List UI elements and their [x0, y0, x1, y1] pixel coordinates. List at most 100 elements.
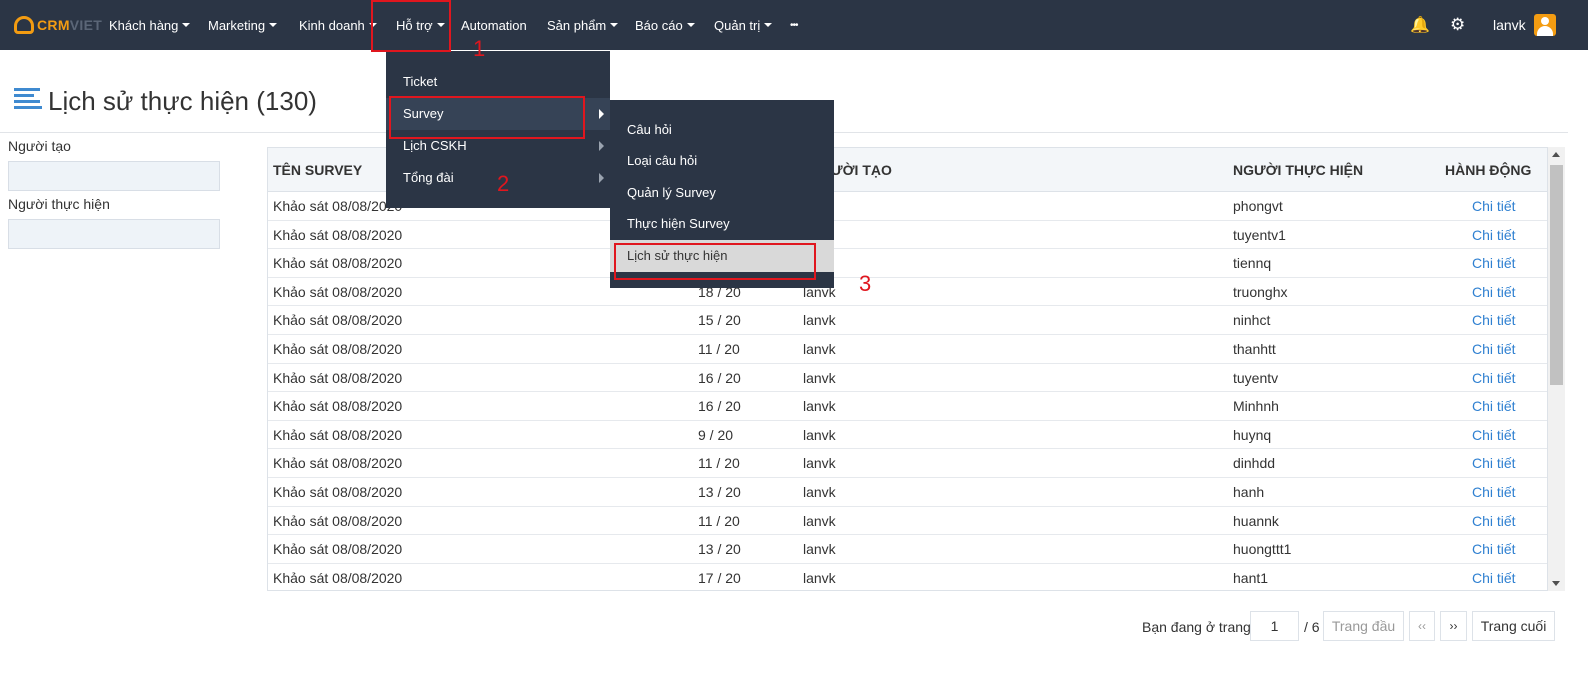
performer-filter-label: Người thực hiện — [8, 196, 110, 212]
cell-score: 9 / 20 — [698, 426, 734, 443]
gear-glyph: ⚙ — [1450, 15, 1466, 34]
top-navbar: CRM VIET Khách hàng Marketing Kinh doanh… — [0, 0, 1588, 50]
detail-link[interactable]: Chi tiết — [1472, 198, 1516, 214]
gear-icon[interactable]: ⚙ — [1450, 0, 1465, 50]
detail-link[interactable]: Chi tiết — [1472, 284, 1516, 300]
cell-creator: lanvk — [803, 512, 836, 529]
nav-item-automation[interactable]: Automation — [461, 0, 527, 50]
nav-label: Báo cáo — [635, 17, 683, 33]
menu-item-ticket[interactable]: Ticket — [386, 66, 610, 98]
cell-score: 16 / 20 — [698, 369, 741, 386]
caret-down-icon — [764, 23, 773, 27]
nav-label: Khách hàng — [109, 17, 179, 33]
scroll-thumb[interactable] — [1550, 165, 1563, 385]
nav-label: Kinh doanh — [299, 17, 365, 33]
table-row: Khảo sát 08/08/2020 11 / 20 lanvk thanhtt Ch… — [268, 335, 1547, 364]
table-row: Khảo sát 08/08/2020 tiennq Chi tiết — [268, 249, 1547, 278]
table-row: Khảo sát 08/08/2020 9 / 20 lanvk huynq Chi t… — [268, 421, 1547, 450]
annotation-number-1: 1 — [473, 36, 486, 61]
cell-survey-name: Khảo sát 08/08/2020 — [273, 255, 403, 272]
cell-performer: hanh — [1233, 484, 1265, 500]
header-survey[interactable]: TÊN SURVEY — [273, 162, 362, 178]
detail-link[interactable]: Chi tiết — [1472, 312, 1516, 328]
creator-filter-label: Người tạo — [8, 138, 71, 154]
page-title: Lịch sử thực hiện (130) — [48, 86, 317, 116]
caret-down-icon — [610, 23, 619, 27]
cell-creator: lanvk — [803, 455, 836, 472]
cell-survey-name: Khảo sát 08/08/2020 — [273, 426, 403, 443]
detail-link[interactable]: Chi tiết — [1472, 255, 1516, 271]
header-performer[interactable]: NGƯỜI THỰC HIỆN — [1233, 162, 1363, 178]
submenu-item-quan-ly-survey[interactable]: Quản lý Survey — [610, 177, 834, 209]
creator-filter-input[interactable] — [8, 161, 220, 191]
cell-performer: thanhtt — [1233, 341, 1276, 357]
nav-label: Sản phẩm — [547, 17, 607, 33]
first-page-button[interactable]: Trang đầu — [1323, 611, 1404, 641]
next-page-button[interactable]: ›› — [1440, 611, 1467, 641]
table-row: Khảo sát 08/08/2020 11 / 20 lanvk huannk Chi… — [268, 507, 1547, 536]
detail-link[interactable]: Chi tiết — [1472, 227, 1516, 243]
table-row: Khảo sát 08/08/2020 13 / 20 lanvk hanh Chi t… — [268, 478, 1547, 507]
table-scrollbar[interactable] — [1548, 147, 1565, 591]
detail-link[interactable]: Chi tiết — [1472, 455, 1516, 471]
cell-performer: huongttt1 — [1233, 541, 1292, 558]
cell-score: 11 / 20 — [698, 455, 740, 472]
nav-item-marketing[interactable]: Marketing — [208, 0, 278, 50]
caret-down-icon — [686, 23, 695, 27]
cell-creator: lanvk — [803, 312, 836, 329]
nav-item-kinh-doanh[interactable]: Kinh doanh — [299, 0, 377, 50]
last-page-button[interactable]: Trang cuối — [1472, 611, 1555, 641]
detail-link[interactable]: Chi tiết — [1472, 541, 1516, 557]
cell-creator: lanvk — [803, 398, 836, 415]
user-avatar[interactable] — [1534, 0, 1556, 50]
detail-link[interactable]: Chi tiết — [1472, 570, 1516, 586]
nav-label: Automation — [461, 17, 527, 33]
cell-score: 11 / 20 — [698, 341, 740, 357]
cell-performer: tiennq — [1233, 255, 1272, 272]
cell-performer: ninhct — [1233, 312, 1271, 329]
detail-link[interactable]: Chi tiết — [1472, 341, 1516, 357]
page-number-input[interactable] — [1250, 611, 1299, 641]
performer-filter-input[interactable] — [8, 219, 220, 249]
user-menu[interactable]: lanvk — [1493, 0, 1526, 50]
username: lanvk — [1493, 17, 1526, 33]
nav-item-bao-cao[interactable]: Báo cáo — [635, 0, 695, 50]
cell-performer: huynq — [1233, 426, 1272, 443]
submenu-item-cau-hoi[interactable]: Câu hỏi — [610, 114, 834, 146]
detail-link[interactable]: Chi tiết — [1472, 513, 1516, 529]
cell-creator: lanvk — [803, 484, 836, 500]
nav-item-san-pham[interactable]: Sản phẩm — [547, 0, 619, 50]
table-row: Khảo sát 08/08/2020 11 / 20 lanvk dinhdd Chi… — [268, 449, 1547, 478]
scroll-down-icon[interactable] — [1552, 581, 1560, 586]
cell-survey-name: Khảo sát 08/08/2020 — [273, 312, 403, 329]
bell-icon[interactable]: 🔔 — [1410, 0, 1430, 50]
logo[interactable]: CRM VIET — [14, 14, 102, 36]
detail-link[interactable]: Chi tiết — [1472, 398, 1516, 414]
cell-survey-name: Khảo sát 08/08/2020 — [273, 226, 403, 243]
detail-link[interactable]: Chi tiết — [1472, 427, 1516, 443]
nav-item-khach-hang[interactable]: Khách hàng — [109, 0, 191, 50]
bell-glyph: 🔔 — [1410, 17, 1430, 34]
table-row: Khảo sát 08/08/2020 tuyentv1 Chi tiết — [268, 221, 1547, 250]
detail-link[interactable]: Chi tiết — [1472, 370, 1516, 386]
nav-label: Quản trị — [714, 17, 761, 33]
header-action: HÀNH ĐỘNG — [1445, 162, 1532, 178]
submenu-item-loai-cau-hoi[interactable]: Loại câu hỏi — [610, 145, 834, 177]
detail-link[interactable]: Chi tiết — [1472, 484, 1516, 500]
header-creator[interactable]: ƯỜI TẠO — [831, 162, 892, 178]
cell-performer: tuyentv — [1233, 369, 1279, 386]
submenu-item-thuc-hien-survey[interactable]: Thực hiện Survey — [610, 208, 834, 240]
cell-performer: phongvt — [1233, 198, 1283, 214]
cell-performer: hant1 — [1233, 569, 1269, 586]
prev-page-button[interactable]: ‹‹ — [1409, 611, 1435, 641]
cell-score: 17 / 20 — [698, 569, 741, 586]
caret-down-icon — [269, 23, 278, 27]
nav-item-quan-tri[interactable]: Quản trị — [714, 0, 773, 50]
nav-label: Marketing — [208, 17, 266, 33]
cell-performer: tuyentv1 — [1233, 226, 1286, 243]
caret-down-icon — [182, 23, 191, 27]
annotation-number-2: 2 — [497, 171, 510, 196]
scroll-up-icon[interactable] — [1552, 152, 1560, 157]
logo-text-viet: VIET — [69, 17, 103, 33]
more-icon[interactable]: ••• — [790, 0, 798, 50]
